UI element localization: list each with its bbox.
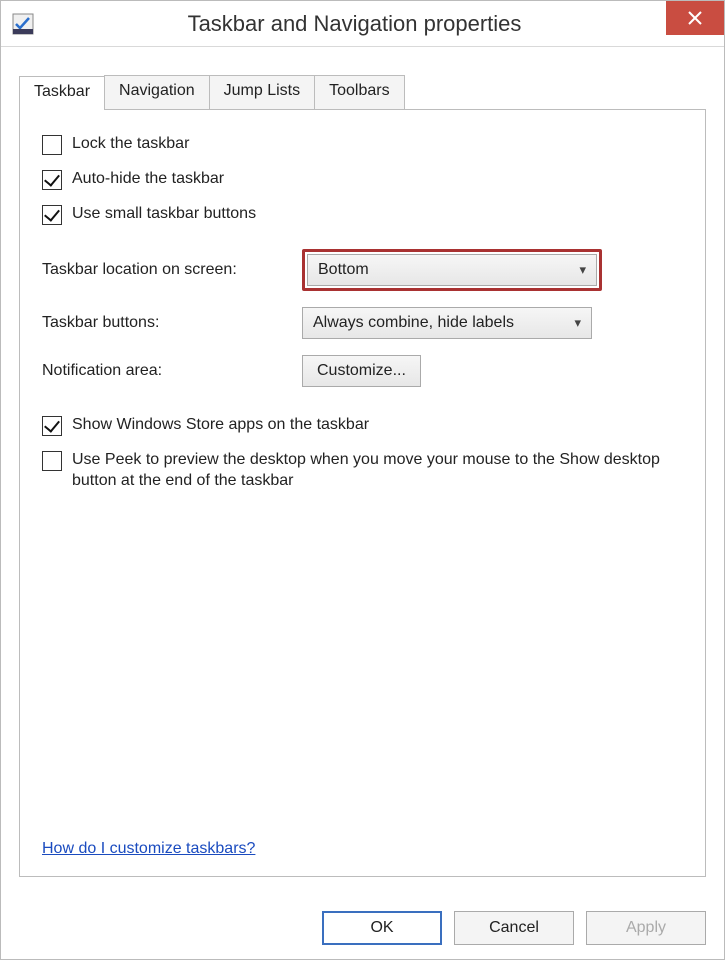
label-autohide-taskbar: Auto-hide the taskbar [72, 169, 224, 190]
checkbox-small-buttons[interactable] [42, 205, 62, 225]
checkbox-autohide-taskbar[interactable] [42, 170, 62, 190]
chevron-down-icon: ▾ [579, 262, 586, 278]
label-small-buttons: Use small taskbar buttons [72, 204, 256, 225]
tab-strip: Taskbar Navigation Jump Lists Toolbars [19, 75, 706, 109]
tab-taskbar[interactable]: Taskbar [19, 76, 105, 110]
help-link[interactable]: How do I customize taskbars? [42, 840, 255, 858]
label-notification-area: Notification area: [42, 362, 302, 380]
cancel-button[interactable]: Cancel [454, 911, 574, 945]
tab-toolbars[interactable]: Toolbars [314, 75, 404, 109]
label-taskbar-location: Taskbar location on screen: [42, 261, 302, 279]
tab-navigation[interactable]: Navigation [104, 75, 210, 109]
customize-button[interactable]: Customize... [302, 355, 421, 387]
checkbox-lock-taskbar[interactable] [42, 135, 62, 155]
dropdown-location-value: Bottom [318, 261, 369, 279]
window-title: Taskbar and Navigation properties [35, 11, 674, 37]
titlebar: Taskbar and Navigation properties [1, 1, 724, 47]
dialog-button-row: OK Cancel Apply [322, 911, 706, 945]
checkbox-store-apps[interactable] [42, 416, 62, 436]
close-icon [687, 10, 703, 26]
dropdown-taskbar-location[interactable]: Bottom ▾ [307, 254, 597, 286]
ok-button[interactable]: OK [322, 911, 442, 945]
label-store-apps: Show Windows Store apps on the taskbar [72, 415, 369, 436]
close-button[interactable] [666, 1, 724, 35]
tab-panel: Lock the taskbar Auto-hide the taskbar U… [19, 109, 706, 877]
tab-jumplists[interactable]: Jump Lists [209, 75, 315, 109]
label-lock-taskbar: Lock the taskbar [72, 134, 189, 155]
label-taskbar-buttons: Taskbar buttons: [42, 314, 302, 332]
dropdown-taskbar-buttons[interactable]: Always combine, hide labels ▾ [302, 307, 592, 339]
highlight-location: Bottom ▾ [302, 249, 602, 291]
chevron-down-icon: ▾ [574, 315, 581, 331]
checkbox-use-peek[interactable] [42, 451, 62, 471]
dropdown-buttons-value: Always combine, hide labels [313, 314, 514, 332]
app-icon [11, 12, 35, 36]
apply-button[interactable]: Apply [586, 911, 706, 945]
label-use-peek: Use Peek to preview the desktop when you… [72, 450, 683, 492]
